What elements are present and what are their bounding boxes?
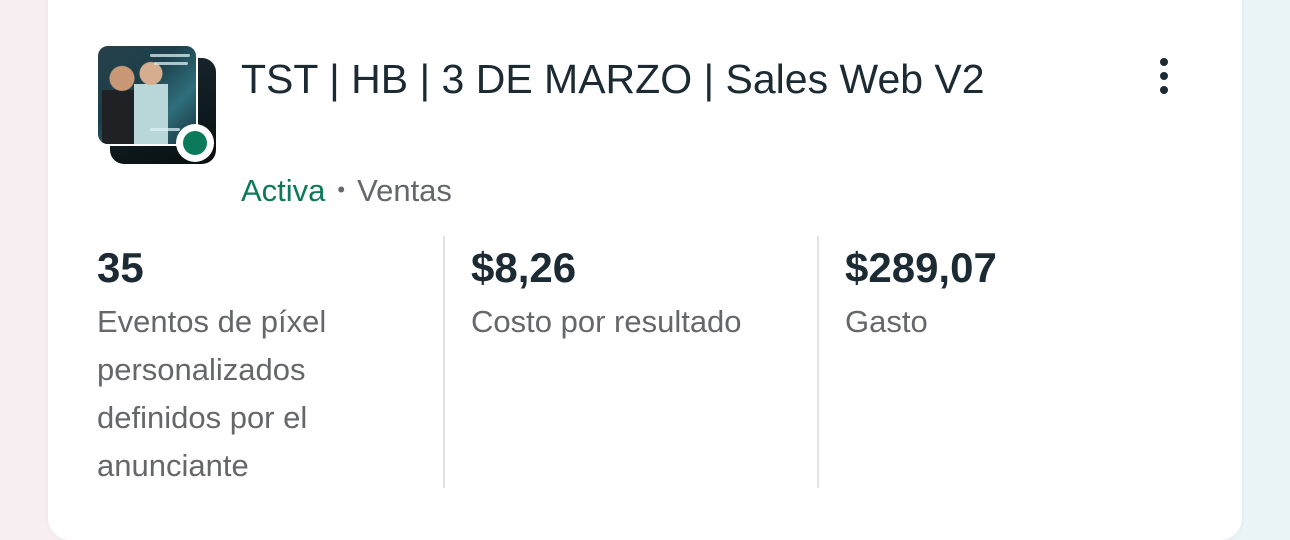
campaign-subtitle: Activa • Ventas (241, 170, 452, 211)
thumbnail-person-figure (134, 60, 168, 144)
campaign-title[interactable]: TST | HB | 3 DE MARZO | Sales Web V2 (241, 50, 1061, 108)
active-status-dot (176, 124, 214, 162)
metric-spend[interactable]: $289,07 Gasto (845, 240, 1175, 346)
campaign-objective: Ventas (357, 173, 452, 208)
metric-value: $8,26 (471, 244, 577, 291)
metric-label: Costo por resultado (471, 304, 742, 339)
metric-cost-per-result[interactable]: $8,26 Costo por resultado (471, 240, 801, 346)
metric-divider (443, 236, 445, 488)
thumbnail-text-decoration (150, 54, 190, 57)
more-options-button[interactable] (1140, 52, 1188, 100)
metric-value: 35 (97, 244, 144, 291)
campaign-status: Activa (241, 173, 326, 208)
metric-results[interactable]: 35 Eventos de píxel personalizados defin… (97, 240, 427, 490)
more-vertical-icon (1160, 58, 1168, 94)
thumbnail-text-decoration (150, 128, 180, 131)
metric-divider (817, 236, 819, 488)
metric-label: Gasto (845, 304, 928, 339)
metric-value: $289,07 (845, 244, 997, 291)
subtitle-separator: • (337, 177, 346, 202)
thumbnail-text-decoration (154, 62, 188, 65)
metric-label: Eventos de píxel personalizados definido… (97, 304, 327, 483)
